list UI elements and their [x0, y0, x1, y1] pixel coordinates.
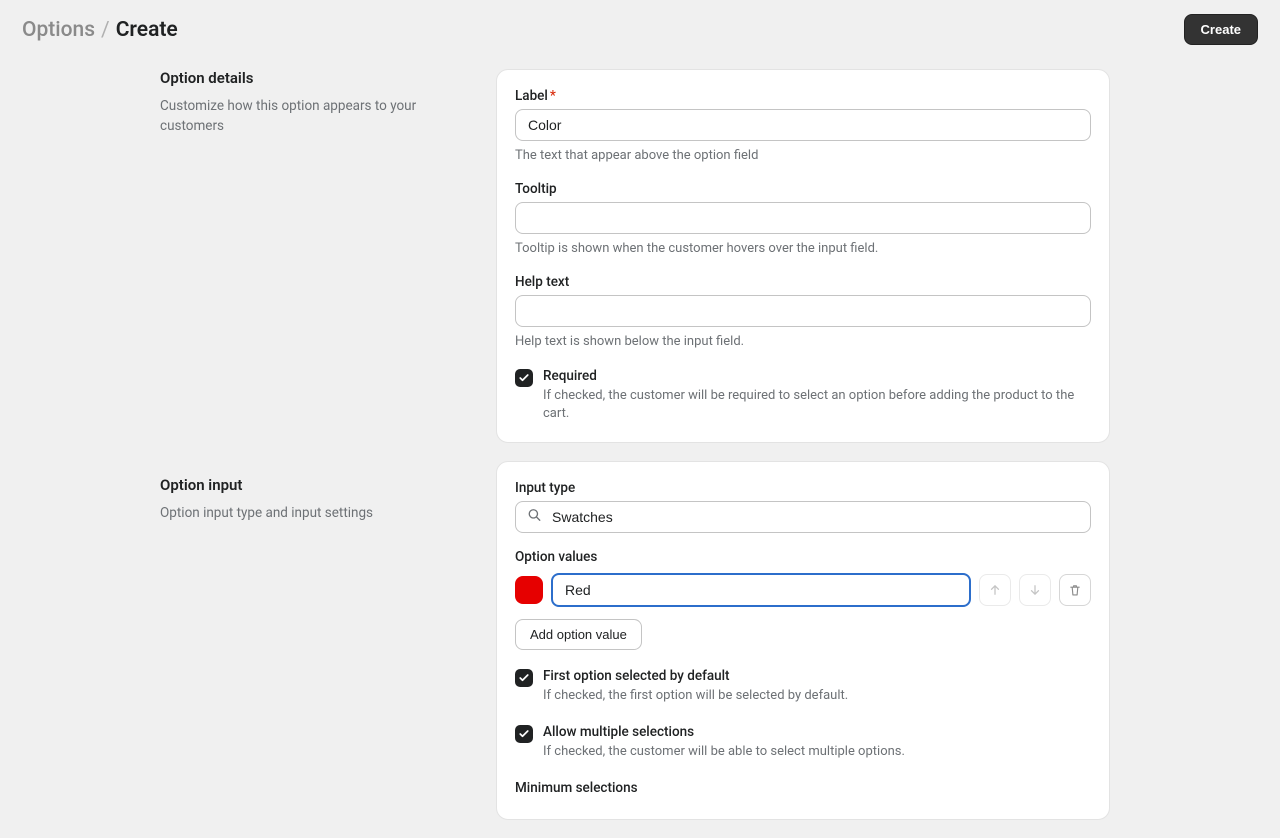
label-help: The text that appear above the option fi… — [515, 147, 1091, 165]
first-selected-label: First option selected by default — [543, 668, 1091, 684]
arrow-up-icon — [988, 583, 1002, 597]
breadcrumb-separator: / — [101, 18, 110, 42]
tooltip-input[interactable] — [515, 202, 1091, 234]
allow-multiple-label: Allow multiple selections — [543, 724, 1091, 740]
check-icon — [518, 672, 530, 684]
option-value-row — [515, 573, 1091, 607]
breadcrumb-parent[interactable]: Options — [22, 18, 95, 42]
breadcrumb-current: Create — [116, 18, 178, 42]
required-help: If checked, the customer will be require… — [543, 387, 1091, 425]
input-type-label: Input type — [515, 480, 1091, 496]
section-title-input: Option input — [160, 476, 460, 494]
search-icon — [527, 508, 542, 527]
label-field-label: Label* — [515, 88, 1091, 104]
color-swatch[interactable] — [515, 576, 543, 604]
trash-icon — [1068, 583, 1082, 597]
required-checkbox[interactable] — [515, 369, 533, 387]
arrow-down-icon — [1028, 583, 1042, 597]
delete-button[interactable] — [1059, 574, 1091, 606]
required-star-icon: * — [550, 88, 556, 104]
allow-multiple-checkbox[interactable] — [515, 725, 533, 743]
check-icon — [518, 728, 530, 740]
tooltip-help: Tooltip is shown when the customer hover… — [515, 240, 1091, 258]
create-button[interactable]: Create — [1184, 14, 1258, 45]
first-selected-checkbox[interactable] — [515, 669, 533, 687]
helptext-input[interactable] — [515, 295, 1091, 327]
allow-multiple-help: If checked, the customer will be able to… — [543, 743, 1091, 762]
option-values-label: Option values — [515, 549, 1091, 565]
helptext-help: Help text is shown below the input field… — [515, 333, 1091, 351]
input-type-select[interactable] — [515, 501, 1091, 533]
helptext-field-label: Help text — [515, 274, 1091, 290]
option-value-input[interactable] — [551, 573, 971, 607]
section-desc-details: Customize how this option appears to you… — [160, 97, 460, 136]
section-desc-input: Option input type and input settings — [160, 504, 460, 524]
card-option-input: Input type Option values — [496, 461, 1110, 820]
card-option-details: Label* The text that appear above the op… — [496, 69, 1110, 443]
min-selections-label: Minimum selections — [515, 780, 1091, 796]
add-option-value-button[interactable]: Add option value — [515, 619, 642, 650]
first-selected-help: If checked, the first option will be sel… — [543, 687, 1091, 706]
check-icon — [518, 372, 530, 384]
move-down-button[interactable] — [1019, 574, 1051, 606]
move-up-button[interactable] — [979, 574, 1011, 606]
breadcrumb: Options/Create — [22, 18, 178, 42]
required-label: Required — [543, 368, 1091, 384]
section-title-details: Option details — [160, 69, 460, 87]
label-input[interactable] — [515, 109, 1091, 141]
tooltip-field-label: Tooltip — [515, 181, 1091, 197]
